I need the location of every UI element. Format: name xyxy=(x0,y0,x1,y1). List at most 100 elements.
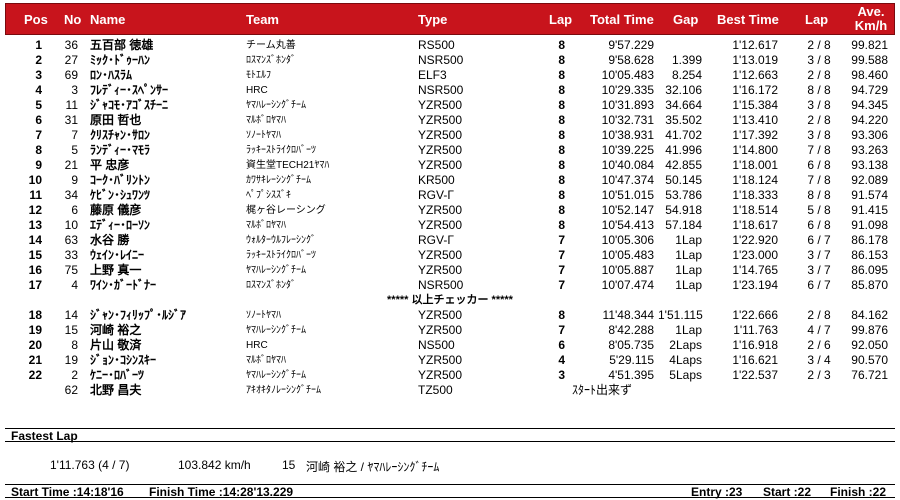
cell-gap: 1Lap xyxy=(675,263,702,277)
cell-no: 31 xyxy=(64,113,78,127)
col-team: Team xyxy=(246,12,279,27)
col-lap: Lap xyxy=(549,12,573,27)
cell-gap: 8.254 xyxy=(671,68,702,82)
start-count: Start :22 xyxy=(763,485,812,499)
cell-gap: 42.855 xyxy=(665,158,702,172)
cell-name: ｼﾞｬｺﾓ･ｱｺﾞｽﾁｰﾆ xyxy=(90,98,169,112)
cell-total: 9'57.229 xyxy=(608,38,654,52)
cell-gap: 1.399 xyxy=(671,53,702,67)
cell-total: 10'05.483 xyxy=(601,248,654,262)
cell-lap: 7 xyxy=(558,323,565,337)
cell-lap: 3 xyxy=(558,368,565,382)
cell-type: RS500 xyxy=(418,38,455,52)
cell-ave: 99.876 xyxy=(851,323,888,337)
cell-lap: 8 xyxy=(558,143,565,157)
cell-lap: 8 xyxy=(558,158,565,172)
cell-total: 11'48.344 xyxy=(602,308,654,322)
cell-team: ﾛｽﾏﾝｽﾞﾎﾝﾀﾞ xyxy=(246,55,296,66)
cell-total: 9'58.628 xyxy=(608,53,654,67)
table-row: 17 4 ﾜｲﾝ･ｶﾞｰﾄﾞﾅｰ ﾛｽﾏﾝｽﾞﾎﾝﾀﾞ NSR500 7 10'07.474… xyxy=(0,278,900,293)
cell-lap: 8 xyxy=(558,83,565,97)
cell-blap: 2 / 8 xyxy=(807,113,831,127)
cell-name: ｸﾘｽﾁｬﾝ･ｻﾛﾝ xyxy=(90,128,151,142)
table-row: 9 21 平 忠彦 資生堂TECH21ﾔﾏﾊ YZR500 8 10'40.084 42.85… xyxy=(0,158,900,173)
cell-best: 1'16.918 xyxy=(732,338,778,352)
cell-best: 1'12.617 xyxy=(732,38,778,52)
cell-lap: 8 xyxy=(558,53,565,67)
cell-type: YZR500 xyxy=(418,218,463,232)
cell-type: RGV-Γ xyxy=(418,233,454,247)
cell-gap: 35.502 xyxy=(665,113,702,127)
cell-best: 1'14.800 xyxy=(732,143,778,157)
cell-lap: 8 xyxy=(558,203,565,217)
cell-blap: 3 / 8 xyxy=(807,128,831,142)
cell-pos: 17 xyxy=(28,278,42,292)
cell-lap: 8 xyxy=(558,218,565,232)
cell-type: YZR500 xyxy=(418,263,463,277)
cell-pos: 19 xyxy=(28,323,42,337)
table-row: 10 9 ｺｰｸ･ﾊﾞﾘﾝﾄﾝ ｶﾜｻｷﾚｰｼﾝｸﾞﾁｰﾑ KR500 8 10'47.37… xyxy=(0,173,900,188)
cell-blap: 2 / 3 xyxy=(807,368,831,382)
table-row: 8 5 ﾗﾝﾃﾞｨｰ･ﾏﾓﾗ ﾗｯｷｰｽﾄﾗｲｸﾛﾊﾞｰﾂ YZR500 8 10'39.2… xyxy=(0,143,900,158)
table-row: 13 10 ｴﾃﾞｨｰ･ﾛｰｿﾝ ﾏﾙﾎﾞﾛﾔﾏﾊ YZR500 8 10'54.413 57… xyxy=(0,218,900,233)
cell-best: 1'22.920 xyxy=(732,233,778,247)
cell-total: 8'05.735 xyxy=(608,338,654,352)
cell-no: 8 xyxy=(71,338,78,352)
cell-team: HRC xyxy=(246,340,268,351)
cell-best: 1'16.621 xyxy=(732,353,778,367)
cell-lap: 6 xyxy=(558,338,565,352)
cell-name: ｹﾋﾞﾝ･ｼｭﾜﾝﾂ xyxy=(90,188,151,202)
cell-best: 1'18.617 xyxy=(732,218,778,232)
fastest-lap-rider: 河崎 裕之 / ﾔﾏﾊﾚｰｼﾝｸﾞﾁｰﾑ xyxy=(306,460,440,474)
cell-name: 平 忠彦 xyxy=(90,158,130,172)
cell-total: 10'05.887 xyxy=(601,263,654,277)
cell-gap: 1'51.115 xyxy=(658,308,703,322)
cell-gap: 4Laps xyxy=(669,353,702,367)
cell-gap: 34.664 xyxy=(665,98,702,112)
cell-ave: 91.098 xyxy=(851,218,888,232)
cell-blap: 2 / 8 xyxy=(807,308,831,322)
table-row: 3 69 ﾛﾝ･ﾊｽﾗﾑ ﾓﾄｴﾙﾌ ELF3 8 10'05.483 8.254 1'12.6… xyxy=(0,68,900,83)
cell-total: 4'51.395 xyxy=(608,368,654,382)
col-name: Name xyxy=(90,12,126,27)
col-pos: Pos xyxy=(24,12,48,27)
cell-team: ﾔﾏﾊﾚｰｼﾝｸﾞﾁｰﾑ xyxy=(246,325,306,336)
cell-type: RGV-Γ xyxy=(418,188,454,202)
cell-team: ﾔﾏﾊﾚｰｼﾝｸﾞﾁｰﾑ xyxy=(246,370,306,381)
cell-no: 7 xyxy=(71,128,78,142)
cell-no: 3 xyxy=(71,83,78,97)
cell-type: YZR500 xyxy=(418,353,463,367)
cell-no: 10 xyxy=(64,218,78,232)
cell-type: NSR500 xyxy=(418,278,464,292)
cell-no: 62 xyxy=(64,383,78,397)
cell-pos: 21 xyxy=(28,353,42,367)
finish-time: Finish Time :14:28'13.229 xyxy=(149,485,294,499)
cell-type: YZR500 xyxy=(418,98,463,112)
cell-no: 2 xyxy=(71,368,78,382)
cell-no: 33 xyxy=(64,248,78,262)
fastest-lap-time: 1'11.763 (4 / 7) xyxy=(50,458,130,472)
cell-name: ﾐｯｸ･ﾄﾞｩｰﾊﾝ xyxy=(90,53,151,67)
table-row: 20 8 片山 敬済 HRC NS500 6 8'05.735 2Laps 1'16.918 2 … xyxy=(0,338,900,353)
cell-best: 1'14.765 xyxy=(732,263,778,277)
cell-total: 5'29.115 xyxy=(609,353,654,367)
col-type: Type xyxy=(418,12,448,27)
cell-blap: 5 / 8 xyxy=(807,203,831,217)
cell-blap: 3 / 4 xyxy=(807,353,831,367)
table-row: 11 34 ｹﾋﾞﾝ･ｼｭﾜﾝﾂ ﾍﾟﾌﾟｼｽｽﾞｷ RGV-Γ 8 10'51.015 53… xyxy=(0,188,900,203)
cell-no: 15 xyxy=(64,323,78,337)
cell-no: 75 xyxy=(64,263,78,277)
cell-total: 10'05.306 xyxy=(601,233,654,247)
cell-team: ﾔﾏﾊﾚｰｼﾝｸﾞﾁｰﾑ xyxy=(246,265,306,276)
table-row: 19 15 河崎 裕之 ﾔﾏﾊﾚｰｼﾝｸﾞﾁｰﾑ YZR500 7 8'42.288 1Lap… xyxy=(0,323,900,338)
cell-ave: 93.138 xyxy=(851,158,888,172)
cell-name: ｹﾆｰ･ﾛﾊﾞｰﾂ xyxy=(90,368,145,382)
cell-blap: 2 / 8 xyxy=(807,68,831,82)
cell-pos: 12 xyxy=(28,203,42,217)
cell-type: YZR500 xyxy=(418,128,463,142)
cell-name: ﾜｲﾝ･ｶﾞｰﾄﾞﾅｰ xyxy=(90,278,157,292)
cell-name: ｴﾃﾞｨｰ･ﾛｰｿﾝ xyxy=(90,218,151,232)
cell-best: 1'18.124 xyxy=(732,173,778,187)
start-time: Start Time :14:18'16 xyxy=(11,485,124,499)
cell-ave: 93.263 xyxy=(851,143,888,157)
